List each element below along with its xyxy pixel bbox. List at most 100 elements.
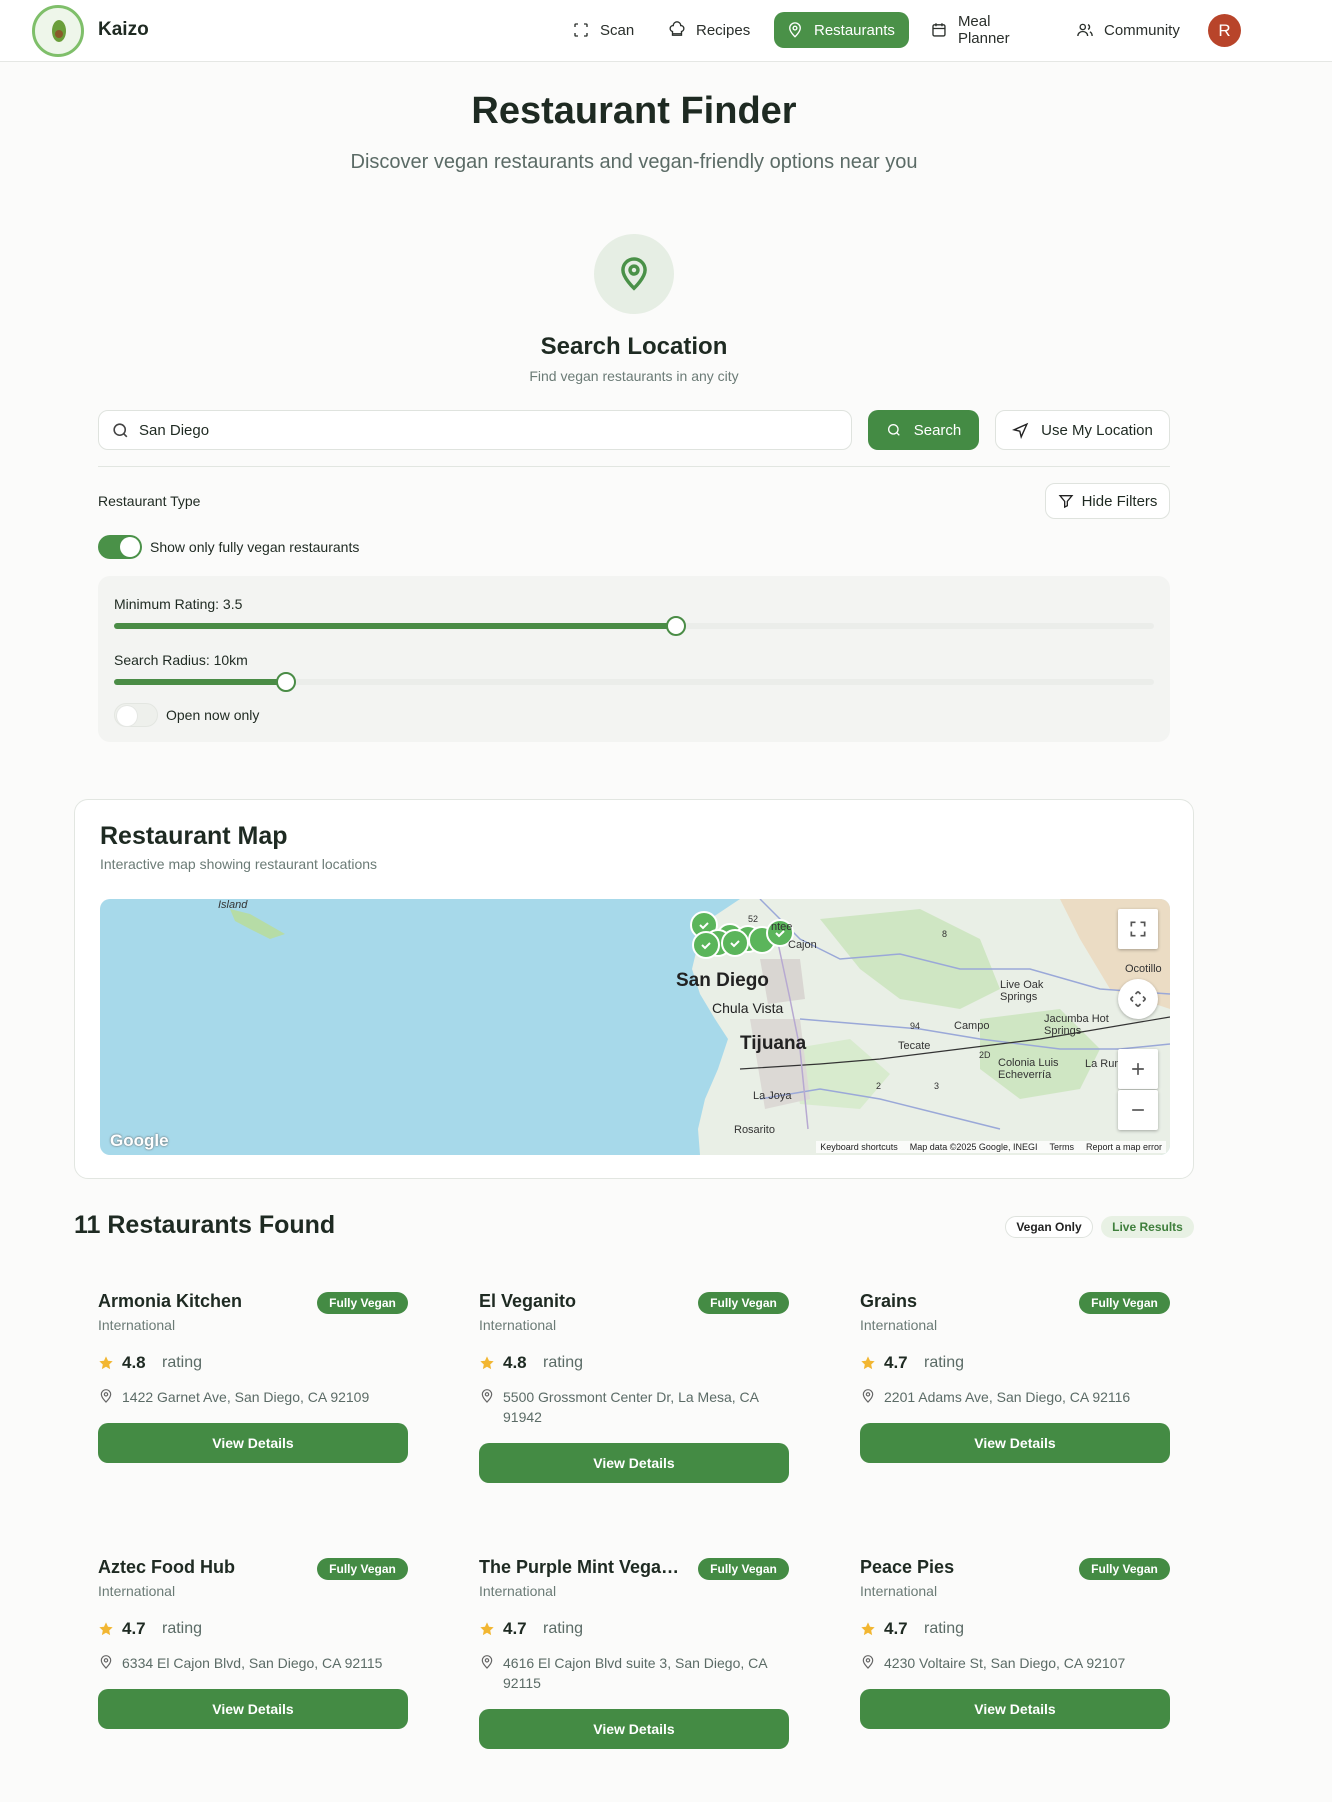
nav-restaurants-label: Restaurants <box>814 21 895 39</box>
map-label-la-joya: La Joya <box>753 1090 792 1102</box>
view-details-button[interactable]: View Details <box>479 1709 789 1749</box>
map-label-rosarito: Rosarito <box>734 1124 775 1136</box>
map-label-tecate: Tecate <box>898 1040 931 1052</box>
plus-icon <box>1132 1063 1144 1075</box>
slider-thumb[interactable] <box>665 616 686 636</box>
map-pin-icon <box>862 1655 874 1669</box>
star-icon <box>480 1356 494 1370</box>
restaurant-card[interactable]: Aztec Food Hub Fully Vegan International 4.… <box>74 1541 431 1731</box>
page-title: Restaurant Finder <box>471 90 797 132</box>
minus-icon <box>1132 1109 1144 1111</box>
pan-control[interactable] <box>1118 979 1158 1019</box>
restaurant-cuisine: International <box>98 1583 176 1599</box>
report-error-link[interactable]: Report a map error <box>1086 1142 1162 1152</box>
toggle-knob <box>120 537 140 557</box>
restaurant-card[interactable]: The Purple Mint Vegan ... Fully Vegan Inte… <box>455 1541 812 1751</box>
map-attribution: Keyboard shortcuts Map data ©2025 Google… <box>816 1141 1166 1153</box>
nav-meal-planner[interactable]: Meal Planner <box>918 12 1058 48</box>
vegan-only-toggle[interactable] <box>98 535 142 559</box>
nav-restaurants[interactable]: Restaurants <box>774 12 909 48</box>
top-navbar: Kaizo Scan Recipes Restaurants Meal Plan… <box>0 0 1332 62</box>
view-details-button[interactable]: View Details <box>479 1443 789 1483</box>
restaurant-address: 6334 El Cajon Blvd, San Diego, CA 92115 <box>122 1655 383 1671</box>
restaurant-name[interactable]: Armonia Kitchen <box>98 1291 308 1312</box>
location-search-field[interactable] <box>98 410 852 450</box>
fullscreen-button[interactable] <box>1118 909 1158 949</box>
restaurant-marker[interactable] <box>692 931 720 959</box>
star-icon <box>480 1622 494 1636</box>
rating-label: rating <box>162 1354 203 1371</box>
kaizo-logo[interactable] <box>32 5 84 57</box>
restaurant-card[interactable]: Armonia Kitchen Fully Vegan International 4… <box>74 1275 431 1465</box>
restaurant-address: 5500 Grossmont Center Dr, La Mesa, CA 91… <box>503 1389 759 1425</box>
restaurant-cuisine: International <box>860 1583 938 1599</box>
map-pin-icon <box>481 1389 493 1403</box>
map-label-santee: ntee <box>771 921 793 933</box>
restaurant-type-label: Restaurant Type <box>98 493 201 509</box>
restaurant-name[interactable]: Grains <box>860 1291 1070 1312</box>
restaurant-rating: 4.7 <box>884 1619 908 1638</box>
map-pin-icon <box>789 22 801 38</box>
restaurant-card[interactable]: El Veganito Fully Vegan International 4.8 ra… <box>455 1275 812 1485</box>
pan-arrows-icon <box>1129 990 1147 1008</box>
nav-scan[interactable]: Scan <box>560 12 656 48</box>
map-label-live-oak: Live Oak Springs <box>1000 979 1044 1003</box>
zoom-in-button[interactable] <box>1118 1049 1158 1089</box>
rating-label: rating <box>543 1354 584 1371</box>
restaurant-rating: 4.7 <box>884 1353 908 1372</box>
restaurant-card[interactable]: Grains Fully Vegan International 4.7 rating 2… <box>836 1275 1193 1465</box>
view-details-button[interactable]: View Details <box>860 1423 1170 1463</box>
fully-vegan-badge: Fully Vegan <box>698 1292 789 1314</box>
live-results-badge: Live Results <box>1101 1216 1194 1238</box>
slider-fill <box>114 623 676 629</box>
restaurant-marker[interactable] <box>721 929 749 957</box>
search-location-subtitle: Find vegan restaurants in any city <box>529 368 739 384</box>
search-radius-slider[interactable] <box>114 672 1154 692</box>
restaurant-name[interactable]: El Veganito <box>479 1291 689 1312</box>
map-route-8: 8 <box>942 929 948 939</box>
brand-name[interactable]: Kaizo <box>98 19 149 41</box>
navigation-arrow-icon <box>1012 422 1029 439</box>
view-details-button[interactable]: View Details <box>98 1423 408 1463</box>
restaurant-address: 1422 Garnet Ave, San Diego, CA 92109 <box>122 1389 370 1405</box>
location-search-input[interactable] <box>139 411 839 449</box>
nav-recipes[interactable]: Recipes <box>656 12 770 48</box>
min-rating-slider[interactable] <box>114 616 1154 636</box>
hide-filters-button[interactable]: Hide Filters <box>1045 483 1170 519</box>
keyboard-shortcuts-link[interactable]: Keyboard shortcuts <box>820 1142 898 1152</box>
map-route-2: 2 <box>876 1081 882 1091</box>
search-button[interactable]: Search <box>868 410 979 450</box>
view-details-button[interactable]: View Details <box>98 1689 408 1729</box>
slider-thumb[interactable] <box>275 672 296 692</box>
view-details-button[interactable]: View Details <box>860 1689 1170 1729</box>
nav-meal-planner-label: Meal Planner <box>957 13 1010 47</box>
use-my-location-button[interactable]: Use My Location <box>995 410 1170 450</box>
scan-icon <box>574 23 588 37</box>
toggle-knob <box>117 706 137 726</box>
nav-community[interactable]: Community <box>1064 12 1196 48</box>
interactive-map[interactable]: Island ntee Cajon San Diego Chula Vista … <box>100 899 1170 1155</box>
restaurant-card[interactable]: Peace Pies Fully Vegan International 4.7 rat… <box>836 1541 1193 1731</box>
restaurant-name[interactable]: Peace Pies <box>860 1557 1070 1578</box>
restaurant-cuisine: International <box>479 1583 557 1599</box>
map-label-chula-vista: Chula Vista <box>712 1000 784 1016</box>
restaurant-name[interactable]: Aztec Food Hub <box>98 1557 308 1578</box>
map-route-94: 94 <box>910 1021 921 1031</box>
fully-vegan-badge: Fully Vegan <box>317 1558 408 1580</box>
restaurant-rating: 4.8 <box>503 1353 527 1372</box>
map-pin-icon <box>481 1655 493 1669</box>
search-icon <box>887 424 900 436</box>
map-label-island: Island <box>218 899 248 911</box>
results-title: 11 Restaurants Found <box>74 1211 336 1239</box>
map-pin-icon <box>100 1389 112 1403</box>
user-avatar[interactable]: R <box>1208 14 1241 47</box>
fully-vegan-badge: Fully Vegan <box>1079 1292 1170 1314</box>
star-icon <box>861 1356 875 1370</box>
restaurant-name[interactable]: The Purple Mint Vegan ... <box>479 1557 689 1578</box>
zoom-out-button[interactable] <box>1118 1090 1158 1130</box>
open-now-toggle[interactable] <box>114 703 158 727</box>
map-subtitle: Interactive map showing restaurant locat… <box>100 856 378 872</box>
terms-link[interactable]: Terms <box>1049 1142 1074 1152</box>
restaurant-cuisine: International <box>860 1317 938 1333</box>
restaurant-address: 2201 Adams Ave, San Diego, CA 92116 <box>884 1389 1131 1405</box>
